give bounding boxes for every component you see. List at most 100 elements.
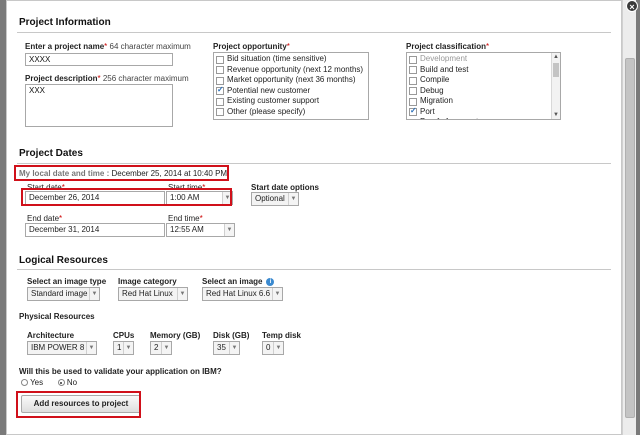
project-name-input[interactable] bbox=[25, 53, 173, 66]
physical-resources-title: Physical Resources bbox=[19, 312, 95, 321]
chevron-down-icon: ▼ bbox=[177, 288, 187, 300]
opportunity-option[interactable]: Revenue opportunity (next 12 months) bbox=[214, 65, 368, 76]
memory-select[interactable]: 2 ▼ bbox=[150, 341, 172, 355]
dialog-scroll-thumb[interactable] bbox=[625, 58, 635, 418]
chevron-down-icon: ▼ bbox=[86, 342, 96, 354]
checkbox[interactable] bbox=[409, 118, 417, 119]
highlight-box bbox=[14, 165, 229, 181]
no-label: No bbox=[66, 378, 78, 387]
classification-option[interactable]: Build and test bbox=[407, 65, 560, 76]
disk-select[interactable]: 35 ▼ bbox=[213, 341, 240, 355]
scroll-down-icon[interactable]: ▼ bbox=[553, 112, 559, 118]
checkbox[interactable] bbox=[409, 76, 417, 85]
temp-disk-select[interactable]: 0 ▼ bbox=[262, 341, 284, 355]
classification-option-label: Build and test bbox=[420, 64, 469, 74]
select-image-select[interactable]: Red Hat Linux 6.6 ▼ bbox=[202, 287, 283, 301]
opportunity-option[interactable]: Other (please specify) bbox=[214, 107, 368, 118]
checkbox[interactable] bbox=[409, 55, 417, 64]
yes-label: Yes bbox=[30, 378, 44, 387]
classification-option[interactable]: Debug bbox=[407, 86, 560, 97]
checkbox[interactable] bbox=[216, 97, 224, 106]
yes-radio[interactable] bbox=[21, 379, 28, 387]
chevron-down-icon: ▼ bbox=[229, 342, 239, 354]
architecture-select[interactable]: IBM POWER 8 ▼ bbox=[27, 341, 97, 355]
end-time-label: End time* bbox=[168, 214, 203, 223]
checkbox[interactable] bbox=[216, 66, 224, 74]
chevron-down-icon: ▼ bbox=[89, 288, 99, 300]
project-dialog: Project Information Enter a project name… bbox=[6, 0, 622, 435]
checkbox[interactable] bbox=[409, 106, 417, 117]
classification-option-label: Migration bbox=[420, 96, 453, 105]
classification-option-label: Proof of concept bbox=[420, 117, 478, 119]
chevron-down-icon: ▼ bbox=[272, 288, 282, 300]
project-information-title: Project Information bbox=[19, 17, 111, 28]
opportunity-option-label: Other (please specify) bbox=[227, 106, 306, 116]
classification-option[interactable]: Compile bbox=[407, 75, 560, 86]
classification-option[interactable]: Proof of concept bbox=[407, 117, 560, 119]
image-category-label: Image category bbox=[118, 277, 177, 286]
checkbox[interactable] bbox=[216, 76, 224, 85]
list-scrollbar[interactable]: ▲ ▼ bbox=[551, 53, 560, 119]
divider bbox=[17, 163, 611, 164]
chevron-down-icon: ▼ bbox=[224, 224, 234, 236]
select-image-label: Select an image i bbox=[202, 277, 275, 286]
architecture-label: Architecture bbox=[27, 331, 75, 340]
chevron-down-icon: ▼ bbox=[273, 342, 283, 354]
temp-disk-label: Temp disk bbox=[262, 331, 301, 340]
logical-resources-title: Logical Resources bbox=[19, 255, 108, 266]
project-classification-label: Project classification* bbox=[406, 42, 490, 51]
project-description-input[interactable]: XXX bbox=[25, 84, 173, 127]
cpus-select[interactable]: 1 ▼ bbox=[113, 341, 134, 355]
validate-radio-group: Yes No bbox=[21, 378, 77, 387]
classification-option[interactable]: Development bbox=[407, 54, 560, 65]
checkbox[interactable] bbox=[409, 66, 417, 74]
checkbox[interactable] bbox=[409, 87, 417, 95]
classification-option[interactable]: Port bbox=[407, 106, 560, 118]
close-icon[interactable]: × bbox=[626, 0, 638, 12]
classification-option-label: Compile bbox=[420, 75, 450, 84]
opportunity-option-label: Existing customer support bbox=[227, 96, 320, 105]
opportunity-option[interactable]: Potential new customer bbox=[214, 85, 368, 97]
end-date-label: End date* bbox=[27, 214, 63, 223]
start-date-options-select[interactable]: Optional ▼ bbox=[251, 192, 299, 206]
cpus-label: CPUs bbox=[113, 331, 135, 340]
checkbox[interactable] bbox=[409, 97, 417, 106]
opportunity-option[interactable]: Market opportunity (next 36 months) bbox=[214, 75, 368, 86]
opportunity-option[interactable]: Bid situation (time sensitive) bbox=[214, 54, 368, 65]
start-date-options-label: Start date options bbox=[251, 183, 320, 192]
image-category-select[interactable]: Red Hat Linux ▼ bbox=[118, 287, 188, 301]
classification-option-label: Development bbox=[420, 54, 468, 63]
chevron-down-icon: ▼ bbox=[123, 342, 133, 354]
project-opportunity-list[interactable]: Bid situation (time sensitive) Revenue op… bbox=[213, 52, 369, 120]
classification-option[interactable]: Migration bbox=[407, 96, 560, 107]
project-opportunity-label: Project opportunity* bbox=[213, 42, 290, 51]
image-type-select[interactable]: Standard image ▼ bbox=[27, 287, 100, 301]
checkbox[interactable] bbox=[216, 108, 224, 116]
checkbox[interactable] bbox=[216, 55, 224, 64]
highlight-box bbox=[16, 391, 141, 418]
project-dates-title: Project Dates bbox=[19, 148, 83, 159]
chevron-down-icon: ▼ bbox=[288, 193, 298, 205]
classification-option-label: Debug bbox=[420, 85, 444, 95]
chevron-down-icon: ▼ bbox=[161, 342, 171, 354]
memory-label: Memory (GB) bbox=[150, 331, 201, 340]
project-description-label: Project description* 256 character maxim… bbox=[25, 74, 189, 83]
opportunity-option[interactable]: Existing customer support bbox=[214, 96, 368, 107]
divider bbox=[17, 269, 611, 270]
scroll-up-icon[interactable]: ▲ bbox=[553, 54, 559, 60]
checkbox[interactable] bbox=[216, 85, 224, 96]
end-date-input[interactable]: December 31, 2014 bbox=[25, 223, 165, 237]
highlight-box bbox=[21, 188, 232, 206]
info-icon[interactable]: i bbox=[266, 277, 275, 286]
project-name-label: Enter a project name* 64 character maxim… bbox=[25, 42, 191, 51]
list-scroll-thumb[interactable] bbox=[553, 63, 559, 77]
project-classification-list[interactable]: Development Build and test Compile Debug Mig… bbox=[406, 52, 561, 120]
opportunity-option-label: Potential new customer bbox=[227, 85, 311, 95]
end-time-select[interactable]: 12:55 AM ▼ bbox=[166, 223, 235, 237]
classification-option-label: Port bbox=[420, 106, 435, 116]
divider bbox=[17, 32, 611, 33]
opportunity-option-label: Market opportunity (next 36 months) bbox=[227, 75, 356, 84]
validate-question: Will this be used to validate your appli… bbox=[19, 367, 222, 376]
dialog-scrollbar[interactable] bbox=[622, 0, 636, 435]
no-radio[interactable] bbox=[57, 379, 65, 387]
